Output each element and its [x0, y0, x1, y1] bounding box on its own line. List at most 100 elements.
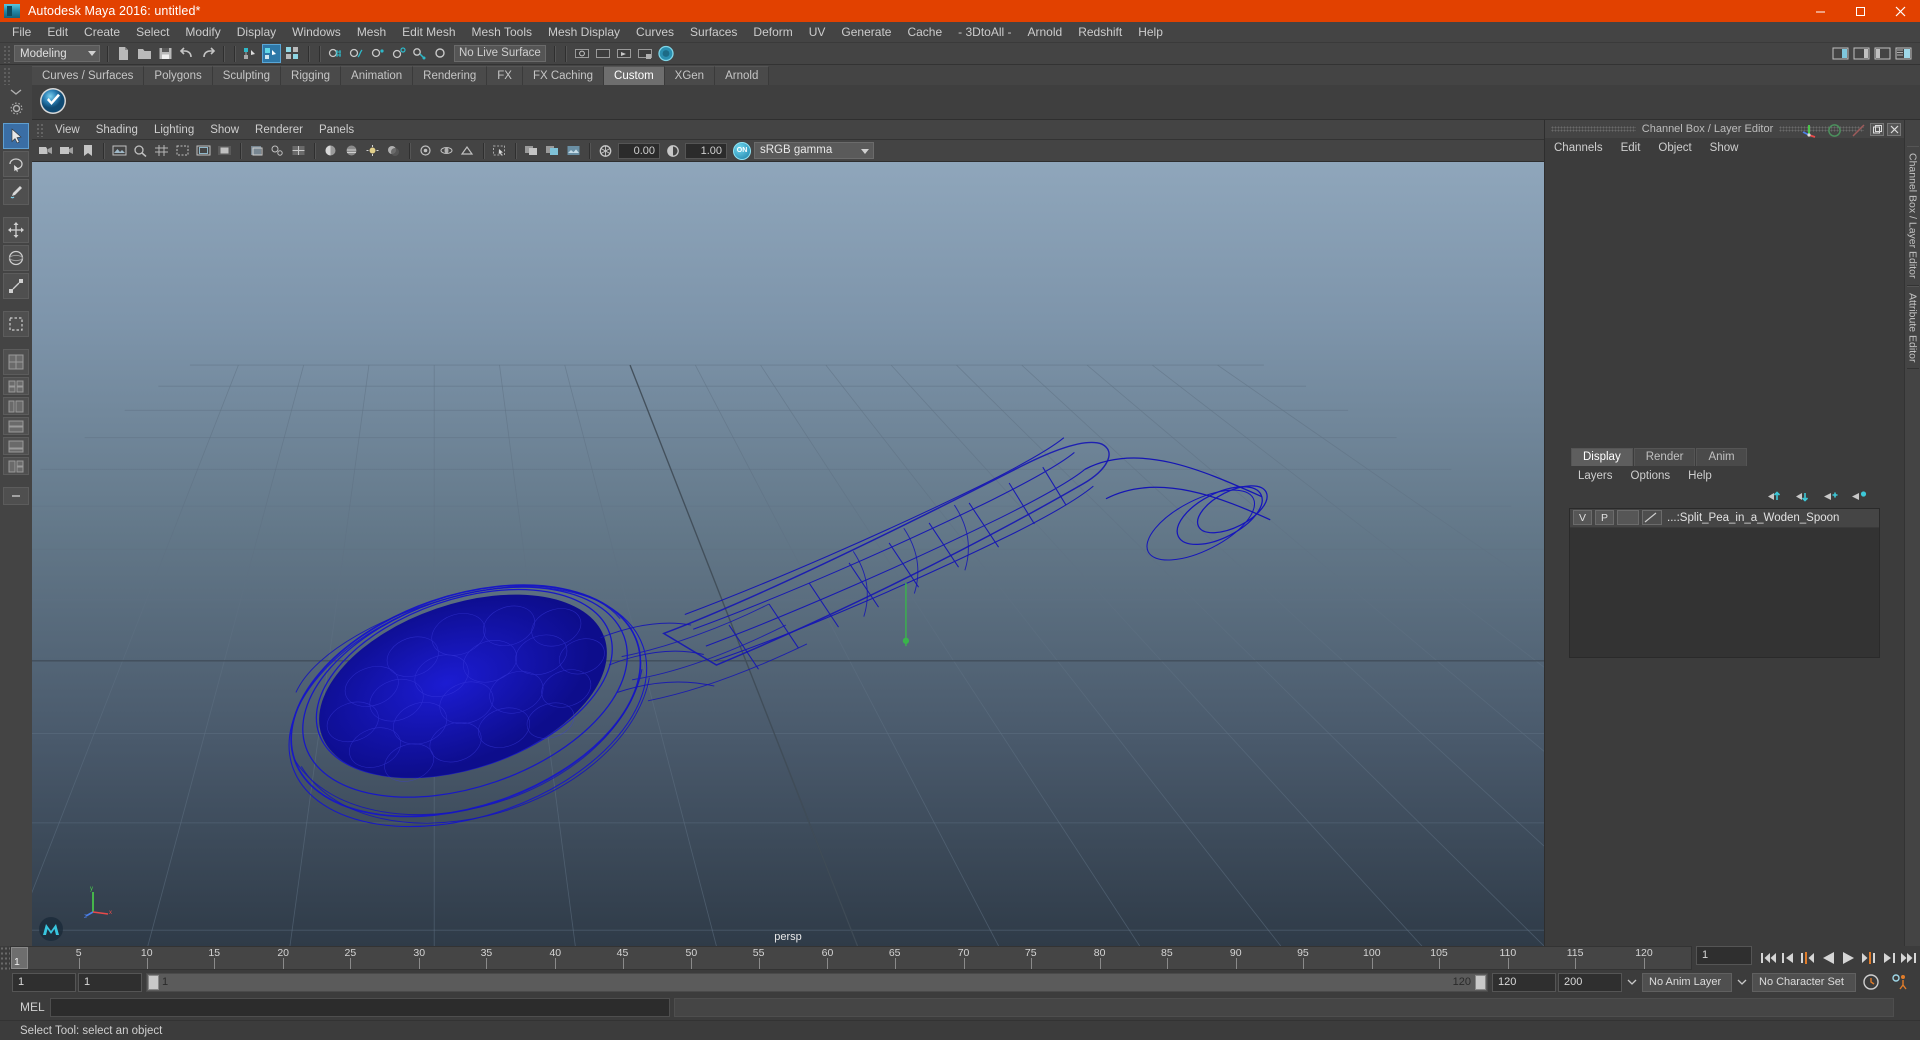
shelf-tab-xgen[interactable]: XGen: [664, 66, 716, 85]
shelf-tab-sculpting[interactable]: Sculpting: [212, 66, 282, 85]
transform-axes-icon[interactable]: [1801, 122, 1818, 138]
render-settings-icon[interactable]: [635, 44, 654, 63]
scale-tool-button[interactable]: [3, 273, 29, 299]
ipr-render-icon[interactable]: [614, 44, 633, 63]
display-textures-icon[interactable]: [522, 141, 541, 160]
menu-mesh[interactable]: Mesh: [349, 22, 394, 43]
exposure-icon[interactable]: [596, 141, 615, 160]
panel-menu-renderer[interactable]: Renderer: [247, 120, 311, 140]
menu-redshift[interactable]: Redshift: [1070, 22, 1130, 43]
select-by-hierarchy-icon[interactable]: [241, 44, 260, 63]
channel-box-toggle-icon[interactable]: [1894, 44, 1913, 63]
vtab-attribute-editor[interactable]: Attribute Editor: [1906, 285, 1919, 369]
menu-curves[interactable]: Curves: [628, 22, 682, 43]
shadows-mode-icon[interactable]: [384, 141, 403, 160]
menu-mesh-display[interactable]: Mesh Display: [540, 22, 628, 43]
range-dropdown-arrow-icon[interactable]: [1624, 979, 1640, 986]
mel-input-field[interactable]: [50, 997, 670, 1017]
shelf-tab-arnold[interactable]: Arnold: [715, 66, 770, 85]
shelf-options-gear-icon[interactable]: [10, 102, 23, 118]
channelbox-menu-edit[interactable]: Edit: [1612, 138, 1650, 158]
sidebar-toggle-icon[interactable]: [1831, 44, 1850, 63]
rotate-channel-icon[interactable]: [1827, 123, 1842, 138]
anim-layer-selector[interactable]: No Anim Layer: [1642, 972, 1732, 992]
select-by-object-icon[interactable]: [262, 44, 281, 63]
layer-color-swatch[interactable]: [1642, 510, 1662, 525]
previous-key-icon[interactable]: [1799, 949, 1817, 967]
layer-name[interactable]: ...:Split_Pea_in_a_Woden_Spoon: [1667, 512, 1839, 524]
menu-select[interactable]: Select: [128, 22, 177, 43]
move-layer-down-icon[interactable]: [1795, 490, 1812, 503]
render-current-frame-icon[interactable]: [593, 44, 612, 63]
scale-channel-icon[interactable]: [1851, 123, 1866, 138]
xray-joints-icon[interactable]: [268, 141, 287, 160]
menu-modify[interactable]: Modify: [177, 22, 228, 43]
anim-layer-dropdown-arrow-icon[interactable]: [1734, 979, 1750, 986]
layer-menu-options[interactable]: Options: [1622, 466, 1680, 486]
two-d-pan-zoom-icon[interactable]: [131, 141, 150, 160]
panel-menu-shading[interactable]: Shading: [88, 120, 146, 140]
menu-arnold[interactable]: Arnold: [1020, 22, 1071, 43]
shelf-tab-polygons[interactable]: Polygons: [144, 66, 213, 85]
color-profile-selector[interactable]: sRGB gamma: [754, 142, 874, 159]
menu-edit[interactable]: Edit: [39, 22, 76, 43]
time-slider-grip[interactable]: [0, 946, 10, 970]
go-to-start-icon[interactable]: [1759, 949, 1777, 967]
select-tool-button[interactable]: [3, 123, 29, 149]
panel-grip[interactable]: [36, 122, 43, 137]
shelf-grip[interactable]: [3, 67, 12, 85]
step-forward-icon[interactable]: [1879, 949, 1897, 967]
make-live-icon[interactable]: [431, 44, 450, 63]
snap-to-point-icon[interactable]: [368, 44, 387, 63]
snap-to-curve-icon[interactable]: [347, 44, 366, 63]
shaded-mode-icon[interactable]: [321, 141, 340, 160]
rotate-tool-button[interactable]: [3, 245, 29, 271]
menu-surfaces[interactable]: Surfaces: [682, 22, 745, 43]
layer-row[interactable]: V P ...:Split_Pea_in_a_Woden_Spoon: [1570, 508, 1879, 528]
new-layer-icon[interactable]: [1823, 490, 1840, 503]
new-scene-icon[interactable]: [114, 44, 133, 63]
close-panel-button[interactable]: [1887, 122, 1901, 136]
bookmarks-icon[interactable]: [78, 141, 97, 160]
snap-to-projected-center-icon[interactable]: [389, 44, 408, 63]
layer-type-toggle[interactable]: [1617, 510, 1639, 525]
toolbox-more-button[interactable]: [3, 487, 29, 505]
menu-edit-mesh[interactable]: Edit Mesh: [394, 22, 463, 43]
layer-menu-layers[interactable]: Layers: [1569, 466, 1622, 486]
wireframe-shaded-icon[interactable]: [289, 141, 308, 160]
save-scene-icon[interactable]: [156, 44, 175, 63]
layout-hypershade-persp-button[interactable]: [3, 417, 29, 435]
character-set-selector[interactable]: No Character Set: [1752, 972, 1856, 992]
channelbox-menu-channels[interactable]: Channels: [1545, 138, 1612, 158]
menu-file[interactable]: File: [4, 22, 39, 43]
menu-deform[interactable]: Deform: [745, 22, 800, 43]
gate-mask-icon[interactable]: [215, 141, 234, 160]
shelf-tab-curves-surfaces[interactable]: Curves / Surfaces: [32, 66, 145, 85]
undock-panel-button[interactable]: [1870, 122, 1884, 136]
next-key-icon[interactable]: [1859, 949, 1877, 967]
menu-display[interactable]: Display: [229, 22, 284, 43]
animation-end-field[interactable]: 120: [1492, 972, 1556, 992]
maximize-button[interactable]: [1840, 0, 1880, 22]
range-start-field[interactable]: 1: [12, 972, 76, 992]
play-backwards-icon[interactable]: [1819, 949, 1837, 967]
gamma-field[interactable]: 1.00: [685, 142, 727, 159]
panel-menu-panels[interactable]: Panels: [311, 120, 362, 140]
hypershade-toggle-icon[interactable]: [656, 44, 675, 63]
layer-tab-anim[interactable]: Anim: [1696, 447, 1747, 466]
shelf-item-custom-tool-icon[interactable]: [38, 86, 70, 118]
menu-cache[interactable]: Cache: [899, 22, 950, 43]
image-plane-icon[interactable]: [110, 141, 129, 160]
film-gate-icon[interactable]: [173, 141, 192, 160]
range-end-handle[interactable]: [1475, 974, 1486, 990]
auto-keyframe-toggle-icon[interactable]: [1858, 973, 1884, 991]
move-layer-up-icon[interactable]: [1767, 490, 1784, 503]
shelf-tab-animation[interactable]: Animation: [341, 66, 414, 85]
move-tool-button[interactable]: [3, 217, 29, 243]
step-back-icon[interactable]: [1779, 949, 1797, 967]
multisample-aa-icon[interactable]: [458, 141, 477, 160]
shelf-tab-rigging[interactable]: Rigging: [281, 66, 342, 85]
playback-end-field[interactable]: 200: [1558, 972, 1622, 992]
panel-menu-view[interactable]: View: [47, 120, 88, 140]
menu-generate[interactable]: Generate: [833, 22, 899, 43]
